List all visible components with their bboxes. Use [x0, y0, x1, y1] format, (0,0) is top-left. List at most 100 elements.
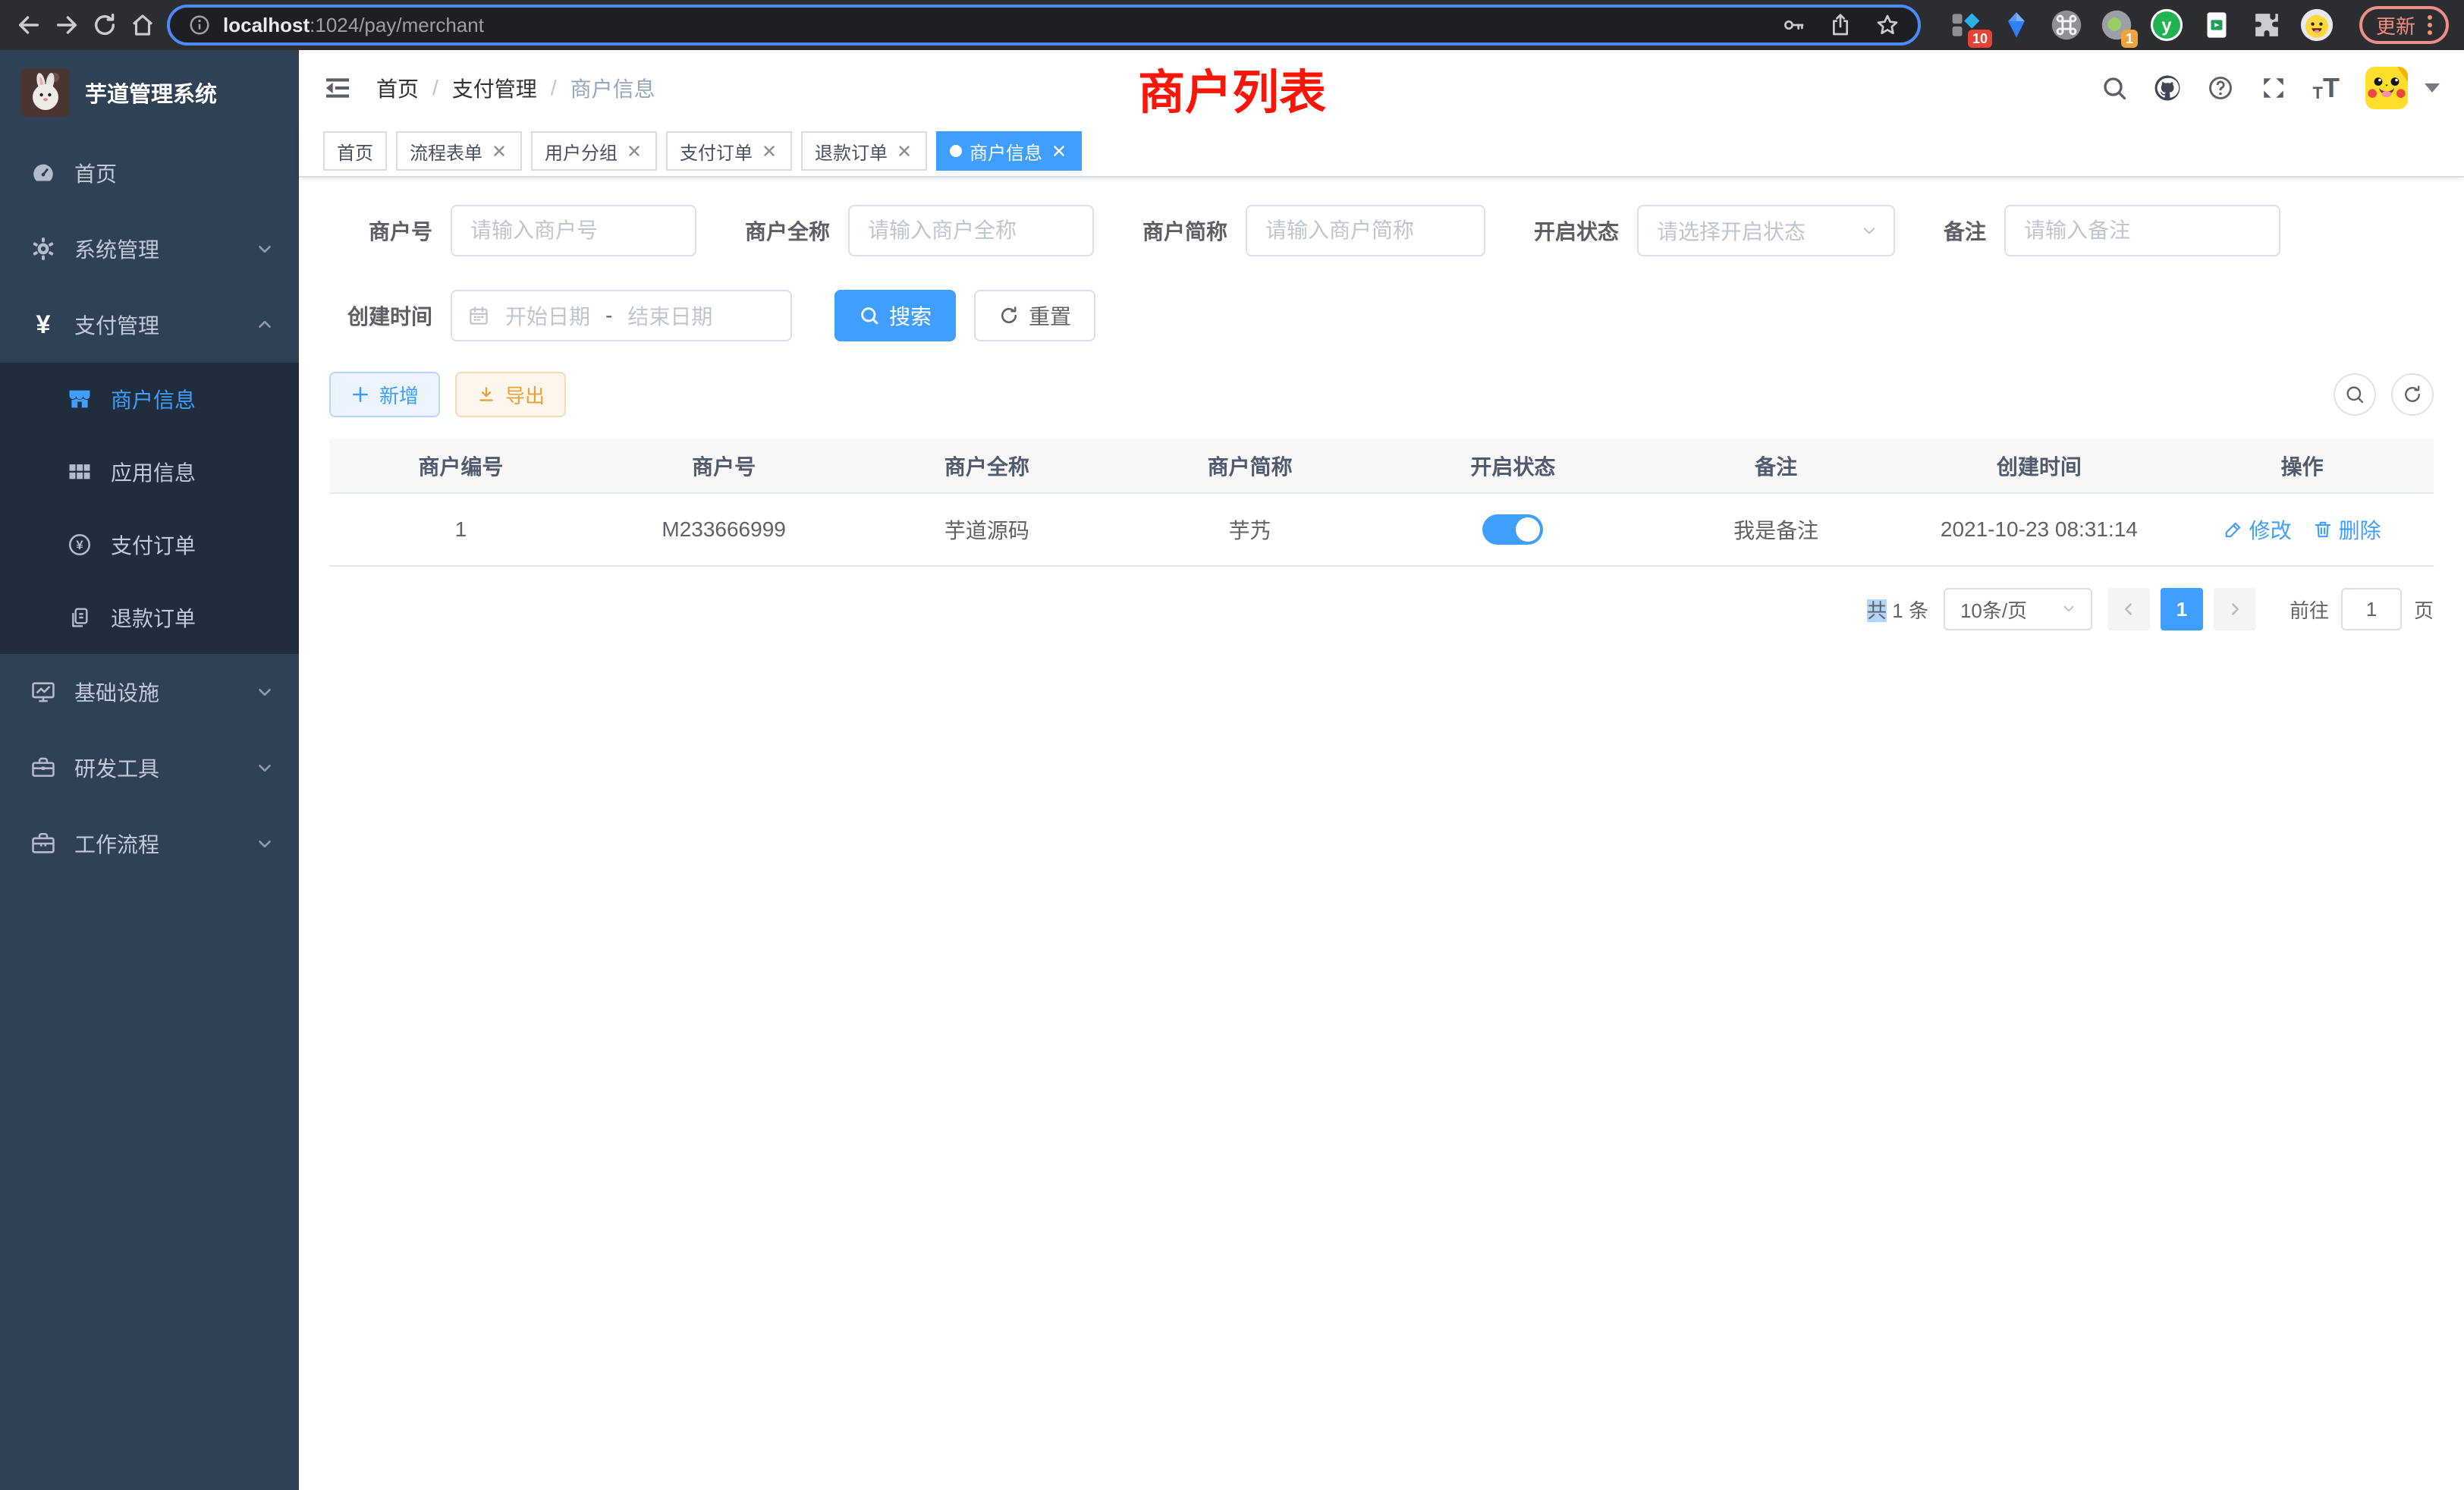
share-icon[interactable] — [1828, 13, 1853, 37]
breadcrumb-pay[interactable]: 支付管理 — [452, 73, 537, 103]
tab-refund-order[interactable]: 退款订单 — [801, 131, 927, 171]
pay-submenu: 商户信息 应用信息 ¥ 支付订单 退款订单 — [0, 363, 299, 654]
bookmark-star-icon[interactable] — [1875, 13, 1900, 37]
close-icon[interactable] — [625, 142, 643, 160]
close-icon[interactable] — [760, 142, 778, 160]
password-key-icon[interactable] — [1781, 13, 1806, 37]
current-page-button[interactable]: 1 — [2161, 588, 2203, 630]
sidebar-item-label: 支付订单 — [111, 530, 275, 560]
profile-emoji-avatar[interactable] — [2300, 8, 2334, 42]
extension-badge: 10 — [1968, 30, 1992, 48]
back-icon[interactable] — [15, 11, 42, 39]
edit-link[interactable]: 修改 — [2224, 514, 2292, 545]
tab-user-group[interactable]: 用户分组 — [531, 131, 657, 171]
merchant-name-input[interactable] — [848, 205, 1094, 256]
sidebar-item-workflow[interactable]: 工作流程 — [0, 806, 299, 882]
sidebar-logo[interactable]: 芋道管理系统 — [0, 50, 299, 135]
yen-icon: ¥ — [30, 312, 56, 338]
reload-icon[interactable] — [91, 11, 118, 39]
reset-button[interactable]: 重置 — [974, 290, 1095, 341]
infra-monitor-icon — [30, 679, 56, 705]
sidebar-item-label: 工作流程 — [74, 828, 237, 859]
add-button[interactable]: 新增 — [329, 372, 440, 417]
page-size-select[interactable]: 10条/页 — [1944, 588, 2092, 630]
hide-search-button[interactable] — [2334, 373, 2376, 416]
close-icon[interactable] — [490, 142, 508, 160]
close-icon[interactable] — [895, 142, 913, 160]
extensions-row: 10 1 y — [1950, 8, 2334, 42]
record-icon[interactable]: 1 — [2100, 8, 2133, 42]
extension-grid-diamond-icon[interactable]: 10 — [1950, 8, 1983, 42]
page-size-value: 10条/页 — [1960, 596, 2027, 624]
help-icon[interactable] — [2207, 74, 2234, 102]
sidebar-item-dev-tools[interactable]: 研发工具 — [0, 730, 299, 806]
tab-process-form[interactable]: 流程表单 — [396, 131, 522, 171]
delete-link[interactable]: 删除 — [2313, 514, 2381, 545]
tab-merchant-info[interactable]: 商户信息 — [936, 131, 1082, 171]
cell-remark: 我是备注 — [1645, 493, 1908, 566]
search-icon[interactable] — [2101, 74, 2128, 102]
merchant-short-input[interactable] — [1246, 205, 1485, 256]
sidebar-item-system[interactable]: 系统管理 — [0, 211, 299, 287]
status-toggle[interactable] — [1482, 514, 1543, 545]
sidebar-item-refund-order[interactable]: 退款订单 — [0, 581, 299, 654]
y-circle-icon[interactable]: y — [2150, 8, 2183, 42]
goto-page-input[interactable] — [2341, 588, 2402, 630]
font-size-icon[interactable]: TT — [2313, 74, 2340, 102]
info-icon[interactable] — [188, 14, 211, 36]
search-button[interactable]: 搜索 — [834, 290, 956, 341]
github-icon[interactable] — [2154, 74, 2181, 102]
sidebar-item-infra[interactable]: 基础设施 — [0, 654, 299, 730]
url-path: :1024/pay/merchant — [310, 14, 484, 36]
refresh-button[interactable] — [2391, 373, 2434, 416]
merchant-no-input[interactable] — [451, 205, 696, 256]
calendar-icon — [467, 304, 490, 327]
sidebar-item-merchant-info[interactable]: 商户信息 — [0, 363, 299, 435]
sidebar-item-pay[interactable]: ¥ 支付管理 — [0, 287, 299, 363]
menu-fold-icon[interactable] — [323, 74, 352, 102]
address-bar[interactable]: localhost:1024/pay/merchant — [167, 5, 1921, 46]
col-merchant-no: 商户号 — [592, 439, 856, 493]
puzzle-icon[interactable] — [2250, 8, 2283, 42]
fullscreen-icon[interactable] — [2260, 74, 2287, 102]
next-page-button[interactable] — [2214, 588, 2256, 630]
filter-status: 开启状态 请选择开启状态 — [1534, 205, 1895, 256]
remark-input[interactable] — [2004, 205, 2280, 256]
sidebar: 芋道管理系统 首页 系统管理 ¥ 支付管理 商户信息 — [0, 50, 299, 1490]
refund-order-icon — [67, 605, 93, 630]
home-icon[interactable] — [129, 11, 156, 39]
breadcrumb-home[interactable]: 首页 — [376, 73, 419, 103]
close-icon[interactable] — [1050, 142, 1068, 160]
create-time-range-picker[interactable]: 开始日期 - 结束日期 — [451, 290, 792, 341]
caret-down-icon[interactable] — [2425, 83, 2440, 93]
briefcase-icon — [30, 831, 56, 857]
status-select[interactable]: 请选择开启状态 — [1637, 205, 1895, 256]
field-label: 备注 — [1944, 215, 1986, 246]
col-remark: 备注 — [1645, 439, 1908, 493]
prev-page-button[interactable] — [2107, 588, 2150, 630]
merchant-table: 商户编号 商户号 商户全称 商户简称 开启状态 备注 创建时间 操作 1 — [329, 439, 2434, 567]
sheets-icon[interactable] — [2200, 8, 2233, 42]
sidebar-item-pay-order[interactable]: ¥ 支付订单 — [0, 508, 299, 581]
active-tab-dot — [950, 145, 962, 157]
chevron-down-icon — [255, 239, 275, 259]
breadcrumb-separator: / — [432, 76, 438, 100]
browser-update-button[interactable]: 更新 — [2359, 6, 2449, 44]
gem-icon[interactable] — [2000, 8, 2033, 42]
user-avatar[interactable] — [2365, 67, 2408, 109]
sidebar-item-app-info[interactable]: 应用信息 — [0, 435, 299, 508]
sidebar-item-home[interactable]: 首页 — [0, 135, 299, 211]
browser-menu-icon[interactable] — [2428, 15, 2432, 35]
forward-icon[interactable] — [53, 11, 80, 39]
svg-text:¥: ¥ — [76, 538, 83, 552]
cell-merchant-short: 芋艿 — [1118, 493, 1381, 566]
sidebar-item-label: 支付管理 — [74, 310, 237, 340]
command-icon[interactable] — [2050, 8, 2083, 42]
tab-pay-order[interactable]: 支付订单 — [666, 131, 792, 171]
record-badge: 1 — [2121, 30, 2138, 48]
field-label: 商户号 — [329, 215, 432, 246]
export-button[interactable]: 导出 — [455, 372, 566, 417]
tab-home[interactable]: 首页 — [323, 131, 387, 171]
url-host: localhost — [223, 14, 310, 36]
field-label: 商户全称 — [745, 215, 830, 246]
